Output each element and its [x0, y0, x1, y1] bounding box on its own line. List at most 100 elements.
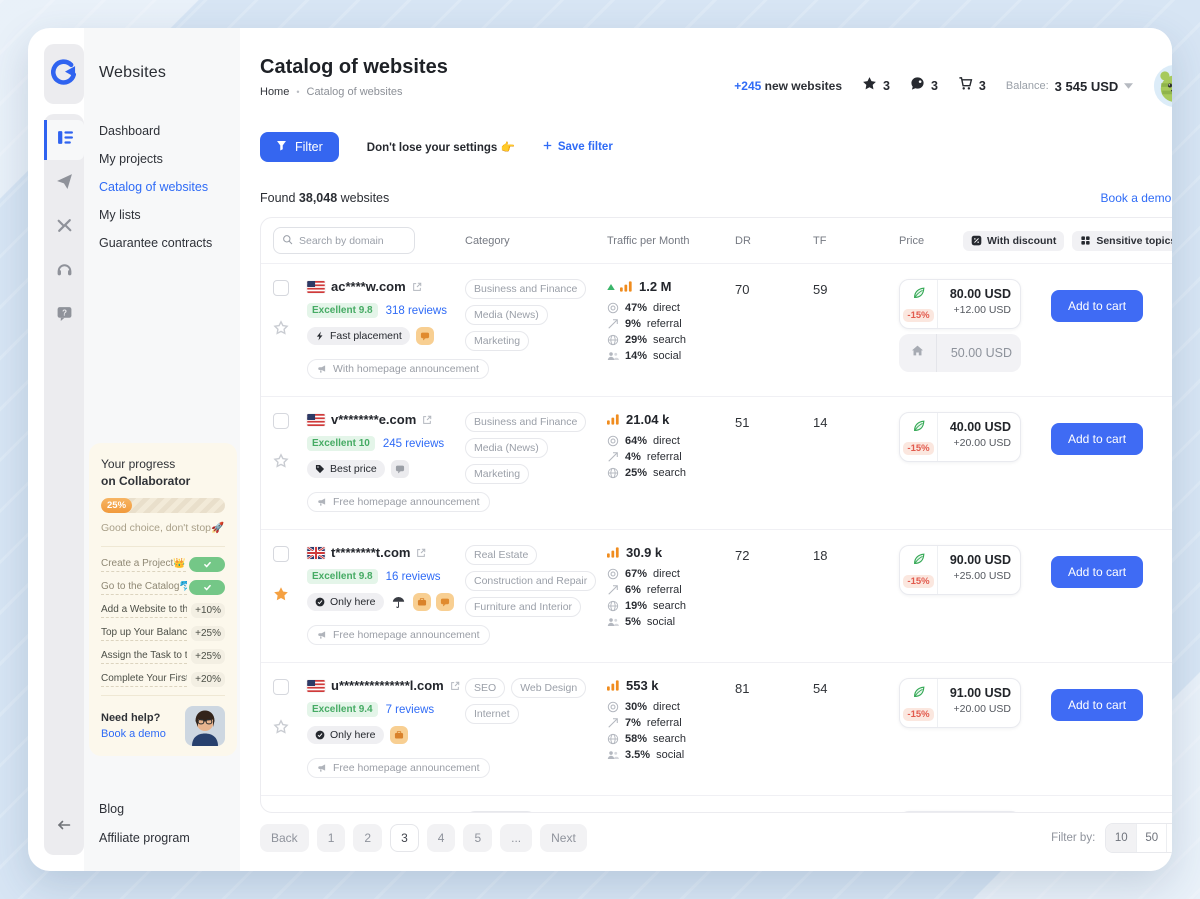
task-done-button[interactable] — [189, 557, 225, 572]
price-amount: 40.00 USD — [947, 420, 1011, 434]
add-to-cart-button[interactable]: Add to cart — [1051, 423, 1143, 455]
filter-badge-with-discount[interactable]: With discount — [963, 231, 1064, 251]
progress-task: Top up Your Balance🧧+25% — [101, 626, 225, 641]
progress-task: Create a Project👑 — [101, 557, 225, 572]
book-demo-link[interactable]: Book a demo — [101, 728, 166, 740]
cart-counter[interactable]: 3 — [958, 76, 986, 96]
page-size-option-2[interactable]: 50 — [1166, 824, 1172, 852]
discount-badge: -15% — [903, 575, 933, 588]
reviews-link[interactable]: 245 reviews — [383, 438, 444, 450]
external-link-icon[interactable] — [422, 415, 432, 425]
add-to-cart-button[interactable]: Add to cart — [1051, 290, 1143, 322]
sidebar-item-dashboard[interactable]: Dashboard — [99, 124, 235, 138]
app-logo[interactable] — [44, 44, 84, 104]
social-icon — [607, 350, 619, 362]
domain-search — [273, 227, 415, 254]
feature-icon — [315, 464, 325, 474]
announcement-label: Free homepage announcement — [333, 762, 480, 774]
reviews-link[interactable]: 7 reviews — [386, 704, 435, 716]
referral-icon — [607, 318, 619, 330]
sidebar-item-guarantee-contracts[interactable]: Guarantee contracts — [99, 236, 235, 250]
rail-item-headset-icon[interactable] — [44, 252, 84, 292]
row-checkbox[interactable] — [273, 546, 289, 562]
progress-task: Assign the Task to the ...+25% — [101, 649, 225, 664]
pagination-ellipsis[interactable]: ... — [500, 824, 532, 852]
sidebar-item-my-lists[interactable]: My lists — [99, 208, 235, 222]
column-dr[interactable]: DR — [735, 235, 813, 247]
favorite-star-icon[interactable] — [273, 719, 289, 735]
pagination-page-3[interactable]: 3 — [390, 824, 419, 852]
footer-link-affiliate-program[interactable]: Affiliate program — [99, 831, 235, 845]
sidebar-item-catalog-of-websites[interactable]: Catalog of websites — [99, 180, 235, 194]
discount-badge: -15% — [903, 708, 933, 721]
user-avatar[interactable] — [1153, 64, 1172, 108]
add-to-cart-button[interactable]: Add to cart — [1051, 689, 1143, 721]
add-to-cart-button[interactable]: Add to cart — [1051, 556, 1143, 588]
page-size-option-1[interactable]: 50 — [1136, 824, 1166, 852]
domain-name[interactable]: v********e.com — [331, 412, 416, 427]
favorite-star-icon[interactable] — [273, 453, 289, 469]
briefcase-orange-badge-icon — [390, 726, 408, 744]
traffic-value-line: 553 k — [607, 678, 735, 693]
category-tags: Business and FinanceMedia (News)Marketin… — [465, 412, 607, 512]
rail-item-send-icon[interactable] — [44, 164, 84, 204]
favorite-star-icon[interactable] — [273, 320, 289, 336]
row-checkbox[interactable] — [273, 280, 289, 296]
pagination-page-2[interactable]: 2 — [353, 824, 382, 852]
tf-value: 18 — [813, 545, 899, 645]
rail-item-help-icon[interactable]: ? — [44, 296, 84, 336]
collapse-sidebar-button[interactable] — [44, 809, 84, 845]
external-link-icon[interactable] — [412, 282, 422, 292]
announcement-label: Free homepage announcement — [333, 496, 480, 508]
table-row: t********t.com Excellent 9.8 16 reviews … — [261, 530, 1172, 663]
row-checkbox[interactable] — [273, 679, 289, 695]
footer-link-blog[interactable]: Blog — [99, 802, 235, 816]
traffic-breakdown-line: 58%search — [607, 733, 735, 745]
row-checkbox[interactable] — [273, 812, 289, 813]
column-tf[interactable]: TF — [813, 235, 899, 247]
balance-dropdown[interactable]: Balance: 3 545 USD — [1006, 79, 1133, 94]
filter-button[interactable]: Filter — [260, 132, 339, 162]
reviews-link[interactable]: 318 reviews — [386, 305, 447, 317]
book-demo-link-top[interactable]: Book a demo — [1101, 191, 1172, 205]
messages-counter[interactable]: 3 — [910, 76, 938, 96]
favorite-star-icon[interactable] — [273, 586, 289, 602]
save-filter-link[interactable]: Save filter — [543, 141, 613, 153]
sidebar-item-my-projects[interactable]: My projects — [99, 152, 235, 166]
favorites-counter[interactable]: 3 — [862, 76, 890, 96]
task-label: Add a Website to the C... — [101, 604, 187, 618]
column-price[interactable]: Price — [899, 235, 935, 247]
pagination-page-4[interactable]: 4 — [427, 824, 456, 852]
progress-motivation: Good choice, don't stop🚀 — [101, 521, 225, 534]
leaf-icon — [912, 286, 926, 305]
external-link-icon[interactable] — [450, 681, 460, 691]
rail-icons: ? — [44, 120, 84, 340]
megaphone-icon — [317, 364, 327, 374]
domain-name[interactable]: ac****w.com — [331, 279, 406, 294]
page-header: Catalog of websites Home • Catalog of we… — [260, 56, 1172, 108]
pagination-back-button[interactable]: Back — [260, 824, 309, 852]
column-category[interactable]: Category — [465, 235, 607, 247]
search-input[interactable] — [299, 235, 406, 247]
rail-item-tools-icon[interactable] — [44, 208, 84, 248]
pagination-page-1[interactable]: 1 — [317, 824, 346, 852]
domain-name[interactable]: t********t.com — [331, 545, 410, 560]
traffic-percent: 19% — [625, 600, 647, 612]
domain-name[interactable]: u**************l.com — [331, 678, 444, 693]
breadcrumb-home[interactable]: Home — [260, 86, 289, 98]
column-traffic[interactable]: Traffic per Month — [607, 235, 735, 247]
traffic-label: social — [653, 350, 681, 362]
category-pill: Real Estate — [465, 545, 537, 565]
icon-rail-body: ? — [44, 114, 84, 855]
reviews-link[interactable]: 16 reviews — [386, 571, 441, 583]
filter-badge-sensitive-topics[interactable]: Sensitive topics — [1072, 231, 1172, 251]
external-link-icon[interactable] — [416, 548, 426, 558]
page-size-option-0[interactable]: 10 — [1106, 824, 1136, 852]
task-done-button[interactable] — [189, 580, 225, 595]
pagination-page-5[interactable]: 5 — [463, 824, 492, 852]
domain-name[interactable]: m********.co.uk — [331, 811, 421, 813]
rail-item-feed-icon[interactable] — [44, 120, 84, 160]
pagination-next-button[interactable]: Next — [540, 824, 587, 852]
row-checkbox[interactable] — [273, 413, 289, 429]
traffic-percent: 64% — [625, 435, 647, 447]
